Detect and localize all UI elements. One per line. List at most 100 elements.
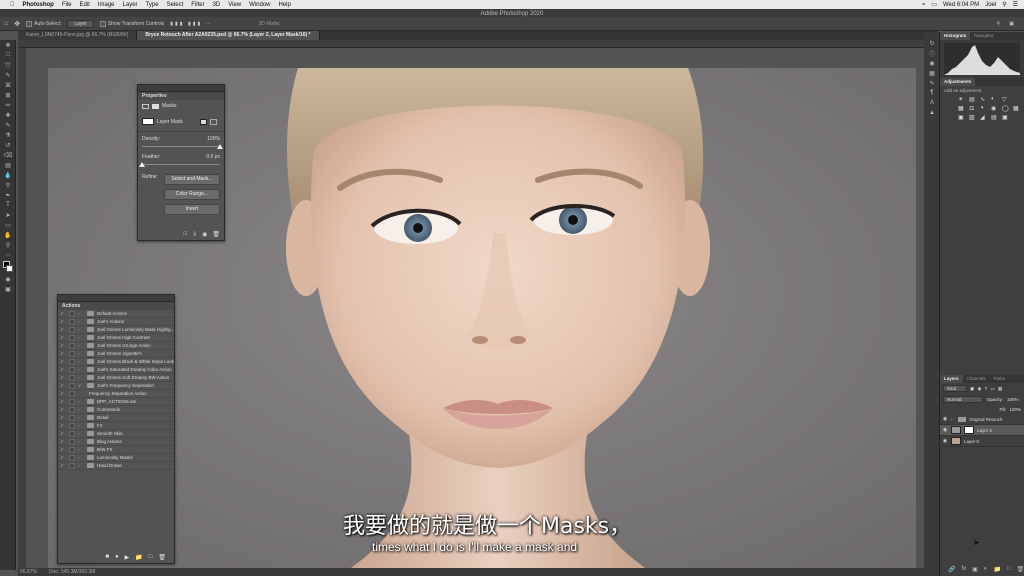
history-panel-icon[interactable]: ↻ [924, 38, 940, 48]
color-lookup-icon[interactable]: ▦ [1013, 105, 1022, 112]
action-enabled-check-icon[interactable]: ✓ [60, 455, 66, 461]
action-enabled-check-icon[interactable]: ✓ [60, 399, 66, 405]
tab-navigator[interactable]: Navigator [970, 32, 997, 40]
action-dialog-toggle[interactable] [69, 334, 75, 341]
color-panel-icon[interactable]: ◉ [924, 58, 940, 68]
select-vector-mask-icon[interactable] [209, 118, 217, 125]
battery-icon[interactable]: ▭ [931, 1, 937, 8]
chevron-right-icon[interactable]: › [78, 343, 84, 348]
hue-saturation-icon[interactable]: ▦ [958, 105, 967, 112]
action-enabled-check-icon[interactable]: ✓ [60, 463, 66, 469]
record-icon[interactable]: ● [115, 554, 119, 561]
vibrance-icon[interactable]: ▽ [1002, 96, 1011, 103]
invert-button[interactable]: Invert [163, 204, 220, 215]
feather-slider[interactable] [139, 162, 220, 168]
menu-edit[interactable]: Edit [80, 2, 90, 8]
apply-mask-icon[interactable]: ⇩ [192, 231, 197, 238]
visibility-eye-icon[interactable]: ◉ [942, 438, 948, 444]
menu-type[interactable]: Type [146, 2, 159, 8]
action-row[interactable]: ✓ › Joel Grimes Soft Dreamy BW Action [58, 374, 174, 382]
action-row[interactable]: ✓ › Default Actions [58, 310, 174, 318]
auto-select-check[interactable] [26, 20, 33, 27]
density-slider-thumb[interactable] [217, 144, 223, 149]
action-dialog-toggle[interactable] [69, 342, 75, 349]
action-enabled-check-icon[interactable]: ✓ [60, 447, 66, 453]
action-row[interactable]: ✓ › Blog Actions [58, 438, 174, 446]
threshold-icon[interactable]: ◢ [980, 114, 989, 121]
action-dialog-toggle[interactable] [69, 318, 75, 325]
action-row[interactable]: ✓ › Commands [58, 406, 174, 414]
invert-adj-icon[interactable]: ▣ [958, 114, 967, 121]
chevron-right-icon[interactable]: › [78, 439, 84, 444]
tab-layers[interactable]: Layers [940, 375, 963, 383]
action-dialog-toggle[interactable] [69, 462, 75, 469]
mask-visibility-icon[interactable]: ◉ [202, 231, 207, 238]
action-row[interactable]: ✓ › Joel Grimes Luminosity Mask Highlig... [58, 326, 174, 334]
new-layer-icon[interactable]: □ [1007, 566, 1011, 573]
chevron-right-icon[interactable]: › [78, 447, 84, 452]
feather-value[interactable]: 0.0 px [206, 154, 220, 160]
action-dialog-toggle[interactable] [69, 454, 75, 461]
move-tool-icon[interactable]: ✥ [0, 40, 16, 50]
history-brush-tool-icon[interactable]: ↺ [0, 140, 16, 150]
notification-icon[interactable]: ☰ [1013, 1, 1018, 8]
eyedropper-tool-icon[interactable]: ✏ [0, 100, 16, 110]
menu-window[interactable]: Window [249, 2, 270, 8]
show-transform-check[interactable] [99, 20, 106, 27]
action-dialog-toggle[interactable] [69, 382, 75, 389]
tab-histogram[interactable]: Histogram [940, 32, 971, 40]
eraser-tool-icon[interactable]: ⌫ [0, 150, 16, 160]
visibility-eye-icon[interactable]: ◉ [942, 416, 948, 422]
visibility-eye-icon[interactable]: ◉ [942, 427, 948, 433]
tab-adjustments[interactable]: Adjustments [940, 78, 976, 86]
brightness-contrast-icon[interactable]: ☀ [958, 96, 967, 103]
chevron-right-icon[interactable]: › [78, 319, 84, 324]
action-enabled-check-icon[interactable]: ✓ [60, 407, 66, 413]
actions-panel-header[interactable] [58, 295, 174, 302]
action-dialog-toggle[interactable] [68, 326, 75, 333]
opacity-value[interactable]: 100% [1007, 397, 1019, 402]
color-range-button[interactable]: Color Range... [163, 189, 220, 200]
chevron-right-icon[interactable]: › [78, 311, 84, 316]
select-pixel-mask-icon[interactable] [199, 118, 207, 125]
action-enabled-check-icon[interactable]: ✓ [60, 423, 66, 429]
action-row[interactable]: ✓ › Luminosity Masks [58, 454, 174, 462]
hand-tool-icon[interactable]: ✋ [0, 230, 16, 240]
action-enabled-check-icon[interactable]: ✓ [60, 343, 66, 349]
action-row[interactable]: ✓ › Hand Drawn [58, 462, 174, 470]
feather-slider-thumb[interactable] [139, 162, 145, 167]
properties-panel-header[interactable] [138, 85, 224, 92]
load-selection-icon[interactable]: □ [183, 231, 187, 238]
action-enabled-check-icon[interactable]: ✓ [60, 367, 66, 373]
action-enabled-check-icon[interactable]: ✓ [60, 391, 66, 397]
action-row[interactable]: ✓ ∨ Joel's Frequency Separation [58, 382, 174, 390]
chevron-down-icon[interactable]: ∨ [78, 383, 84, 389]
photo-filter-icon[interactable]: ◉ [991, 105, 1000, 112]
action-enabled-check-icon[interactable]: ✓ [60, 359, 66, 365]
chevron-right-icon[interactable]: › [78, 335, 84, 340]
delete-action-icon[interactable]: 🗑 [158, 554, 166, 561]
glyphs-panel-icon[interactable]: A [924, 98, 940, 108]
vector-mask-icon[interactable] [152, 103, 159, 109]
delete-layer-icon[interactable]: 🗑 [1017, 566, 1024, 573]
action-enabled-check-icon[interactable]: ✓ [60, 319, 66, 325]
clone-stamp-tool-icon[interactable]: ⚗ [0, 130, 16, 140]
action-dialog-toggle[interactable] [69, 430, 75, 437]
action-row[interactable]: ✓ › Joel's Saturated Dreamy Color Action [58, 366, 174, 374]
background-color-swatch[interactable] [6, 265, 13, 272]
new-adjustment-icon[interactable]: ◐ [984, 566, 988, 573]
info-panel-icon[interactable]: ⓘ [924, 48, 940, 58]
action-dialog-toggle[interactable] [69, 438, 75, 445]
blur-tool-icon[interactable]: 💧 [0, 170, 16, 180]
auto-select-checkbox[interactable]: Auto-Select: [26, 20, 61, 27]
add-mask-icon[interactable]: ▣ [972, 566, 978, 573]
action-enabled-check-icon[interactable]: ✓ [60, 431, 66, 437]
edit-toolbar-icon[interactable]: ⋯ [0, 250, 16, 260]
properties-title[interactable]: Properties [138, 92, 224, 100]
action-dialog-toggle[interactable] [69, 366, 75, 373]
selective-color-icon[interactable]: ▣ [1002, 114, 1011, 121]
action-row[interactable]: ✓ › B/W FX [58, 446, 174, 454]
action-dialog-toggle[interactable] [69, 350, 75, 357]
spotlight-icon[interactable]: ⚲ [1002, 1, 1006, 8]
action-dialog-toggle[interactable] [69, 414, 75, 421]
